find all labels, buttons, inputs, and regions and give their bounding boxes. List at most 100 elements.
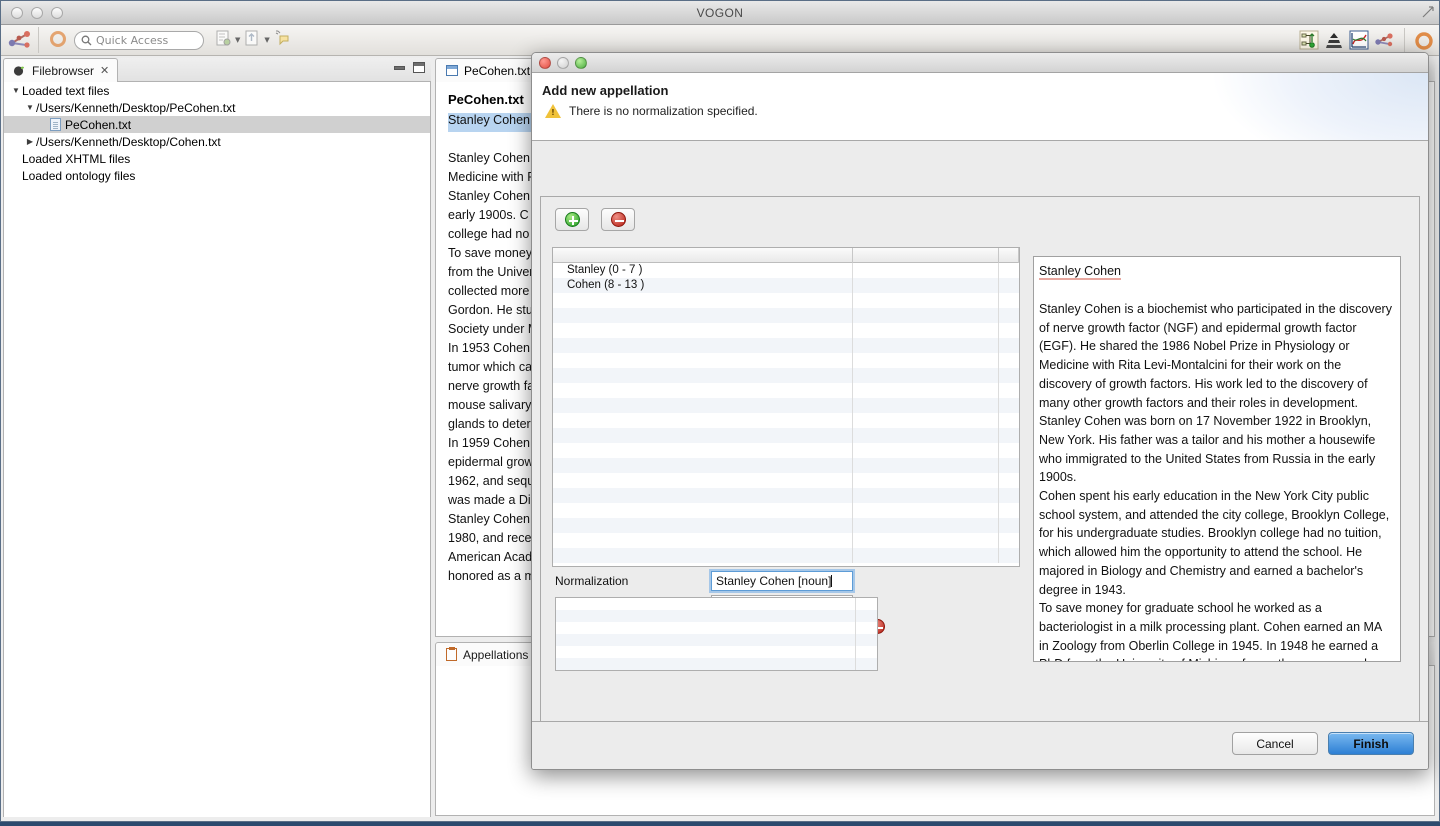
toolbar-separator-right [1404, 28, 1405, 54]
referenced-term-cell [556, 598, 856, 610]
filebrowser-icon [13, 65, 24, 76]
cancel-button[interactable]: Cancel [1232, 732, 1318, 755]
appellation-toolbar [541, 197, 1419, 231]
add-appellation-button[interactable] [555, 208, 589, 231]
open-type-icon[interactable] [243, 29, 263, 51]
column-header-3[interactable] [999, 248, 1019, 263]
table-row[interactable] [553, 353, 1019, 368]
dialog-close-button[interactable] [539, 56, 551, 69]
tree-item[interactable]: Loaded ontology files [4, 167, 430, 184]
table-row[interactable] [553, 338, 1019, 353]
table-row[interactable] [553, 533, 1019, 548]
referenced-term-table[interactable] [555, 597, 878, 671]
chart-icon[interactable] [1349, 30, 1371, 52]
twisty-icon[interactable]: ▼ [24, 103, 36, 112]
column-header-term[interactable] [553, 248, 853, 263]
table-row[interactable] [553, 293, 1019, 308]
cell-col2 [853, 323, 999, 338]
perspective-icon[interactable] [48, 29, 68, 51]
toolbar-right-group [1299, 28, 1435, 54]
editor-line[interactable]: Stanley Cohen [448, 113, 535, 132]
graph-layout-icon[interactable] [1299, 30, 1321, 52]
normalization-input[interactable]: Stanley Cohen [noun] [711, 571, 853, 591]
column-header-2[interactable] [853, 248, 999, 263]
table-row[interactable] [553, 413, 1019, 428]
resize-corner-icon[interactable] [1421, 5, 1435, 19]
dialog-zoom-button[interactable] [575, 56, 587, 69]
cell-col2 [853, 338, 999, 353]
table-row[interactable] [553, 518, 1019, 533]
open-type-dropdown-arrow[interactable]: ▼ [264, 36, 269, 44]
close-icon[interactable]: ✕ [100, 64, 109, 77]
filebrowser-tree[interactable]: ▼ Loaded text files ▼ /Users/Kenneth/Des… [3, 82, 431, 818]
cell-term [553, 413, 853, 428]
quick-access-input[interactable]: Quick Access [74, 30, 204, 50]
cell-col3 [999, 413, 1019, 428]
referenced-term-row-item[interactable] [556, 634, 877, 646]
tree-item[interactable]: Loaded XHTML files [4, 150, 430, 167]
table-row[interactable]: Cohen (8 - 13 ) [553, 278, 1019, 293]
referenced-term-row-item[interactable] [556, 610, 877, 622]
table-row[interactable] [553, 368, 1019, 383]
add-appellation-dialog: Add new appellation There is no normaliz… [531, 52, 1429, 770]
appellation-terms-table[interactable]: Stanley (0 - 7 ) Cohen (8 - 13 ) [552, 247, 1020, 567]
cell-col2 [853, 548, 999, 563]
referenced-term-cell-2 [856, 634, 877, 646]
tree-item-label: Loaded ontology files [22, 168, 136, 183]
table-row[interactable] [553, 458, 1019, 473]
cell-term [553, 488, 853, 503]
referenced-term-row-item[interactable] [556, 598, 877, 610]
tab-appellations[interactable]: Appellations [435, 642, 540, 666]
warning-icon [545, 104, 561, 118]
referenced-term-cell [556, 658, 856, 670]
table-row[interactable] [553, 398, 1019, 413]
referenced-term-row-item[interactable] [556, 658, 877, 670]
vogon-perspective-icon[interactable] [1374, 30, 1396, 52]
cell-term [553, 428, 853, 443]
table-row[interactable] [553, 548, 1019, 563]
table-row[interactable] [553, 428, 1019, 443]
open-perspective-icon[interactable] [1413, 30, 1435, 52]
tab-pecohen-txt[interactable]: PeCohen.txt [435, 58, 542, 82]
minimize-window-button[interactable] [31, 6, 43, 19]
tree-item[interactable]: ▶ /Users/Kenneth/Desktop/Cohen.txt [4, 133, 430, 150]
minus-icon [610, 212, 626, 227]
table-row[interactable]: Stanley (0 - 7 ) [553, 263, 1019, 278]
table-row[interactable] [553, 323, 1019, 338]
referenced-term-cell [556, 622, 856, 634]
finish-button[interactable]: Finish [1328, 732, 1414, 755]
tree-item[interactable]: PeCohen.txt [4, 116, 430, 133]
table-row[interactable] [553, 503, 1019, 518]
new-wizard-icon[interactable] [214, 29, 234, 51]
annotate-icon[interactable] [273, 29, 293, 51]
new-wizard-dropdown-arrow[interactable]: ▼ [235, 36, 240, 44]
pyramid-icon[interactable] [1324, 30, 1346, 52]
table-row[interactable] [553, 488, 1019, 503]
close-window-button[interactable] [11, 6, 23, 19]
preview-paragraph: Cohen spent his early education in the N… [1039, 489, 1390, 597]
dialog-minimize-button[interactable] [557, 56, 569, 69]
tree-item-label: Loaded XHTML files [22, 151, 131, 166]
quick-access-placeholder: Quick Access [96, 33, 169, 47]
tree-item[interactable]: ▼ Loaded text files [4, 82, 430, 99]
tree-item-label: /Users/Kenneth/Desktop/PeCohen.txt [36, 100, 236, 115]
cell-term [553, 383, 853, 398]
cell-col3 [999, 473, 1019, 488]
maximize-view-button[interactable] [413, 62, 425, 73]
minimize-view-button[interactable] [394, 65, 405, 70]
table-row[interactable] [553, 443, 1019, 458]
zoom-window-button[interactable] [51, 6, 63, 19]
twisty-icon[interactable]: ▼ [10, 86, 22, 95]
cell-term [553, 503, 853, 518]
text-preview-pane[interactable]: Stanley Cohen Stanley Cohen is a biochem… [1033, 256, 1401, 662]
tree-item[interactable]: ▼ /Users/Kenneth/Desktop/PeCohen.txt [4, 99, 430, 116]
referenced-term-cell-2 [856, 598, 877, 610]
remove-appellation-button[interactable] [601, 208, 635, 231]
table-row[interactable] [553, 308, 1019, 323]
table-row[interactable] [553, 383, 1019, 398]
referenced-term-row-item[interactable] [556, 622, 877, 634]
referenced-term-row-item[interactable] [556, 646, 877, 658]
tab-filebrowser[interactable]: Filebrowser ✕ [3, 58, 119, 82]
twisty-icon[interactable]: ▶ [24, 137, 36, 146]
table-row[interactable] [553, 473, 1019, 488]
